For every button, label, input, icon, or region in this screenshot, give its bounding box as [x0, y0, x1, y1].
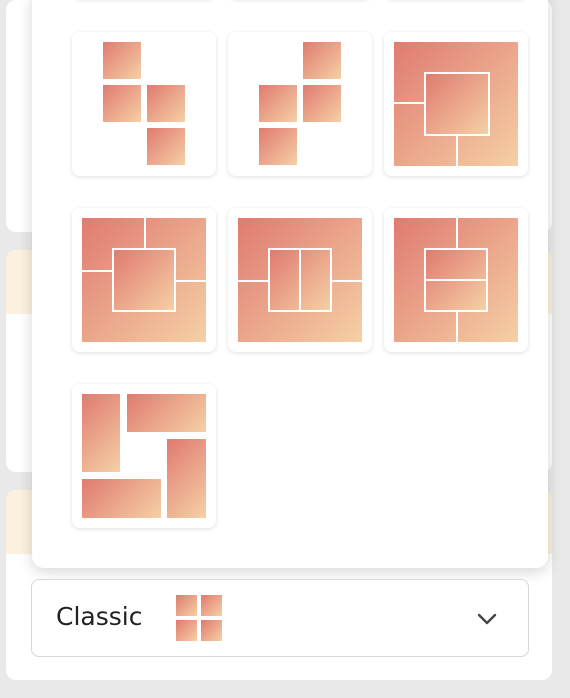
- layout-preview-cell: [147, 128, 185, 165]
- layout-preview-cell: [127, 394, 206, 432]
- layout-preview-divider: [456, 312, 458, 342]
- layout-option-center-split-vertical[interactable]: [228, 208, 372, 352]
- layout-preview-cell: [147, 85, 185, 122]
- layout-option-staggered-right[interactable]: [228, 32, 372, 176]
- layout-style-label: Classic: [56, 602, 143, 631]
- layout-preview-center-cell: [112, 248, 176, 312]
- layout-preview-divider: [174, 280, 206, 282]
- layout-preview-divider: [238, 280, 268, 282]
- layout-preview-divider: [82, 270, 114, 272]
- layout-option-staggered-left[interactable]: [72, 32, 216, 176]
- layout-option-center-split-horizontal[interactable]: [384, 208, 528, 352]
- layout-preview-center-cell: [424, 72, 490, 136]
- layout-preview-cell: [303, 85, 341, 122]
- layout-option-center-frame[interactable]: [384, 32, 528, 176]
- grid-cell: [201, 620, 222, 641]
- layout-preview-divider: [144, 218, 146, 250]
- layout-preview-cell: [259, 85, 297, 122]
- layout-option-spiral[interactable]: [72, 384, 216, 528]
- layout-preview-cell: [103, 85, 141, 122]
- layout-option-pinwheel-frame[interactable]: [72, 208, 216, 352]
- layout-preview-divider: [394, 102, 424, 104]
- layout-preview-divider: [330, 280, 362, 282]
- layout-preview-divider: [299, 248, 301, 312]
- grid-cell: [176, 595, 197, 616]
- layout-preview-cell: [167, 439, 206, 518]
- layout-preview-divider: [424, 279, 488, 281]
- layout-preview-cell: [103, 42, 141, 79]
- layout-preview-cell: [82, 479, 161, 518]
- layout-preview-divider: [456, 136, 458, 166]
- grid-2x2-icon: [176, 595, 222, 641]
- layout-preview-cell: [303, 42, 341, 79]
- layout-options-popup: [32, 0, 548, 568]
- grid-cell: [201, 595, 222, 616]
- layout-style-select[interactable]: Classic: [31, 579, 529, 657]
- layout-preview-divider: [456, 218, 458, 248]
- grid-cell: [176, 620, 197, 641]
- layout-preview-cell: [82, 394, 120, 472]
- layout-preview-cell: [259, 128, 297, 165]
- chevron-down-icon[interactable]: [476, 608, 498, 630]
